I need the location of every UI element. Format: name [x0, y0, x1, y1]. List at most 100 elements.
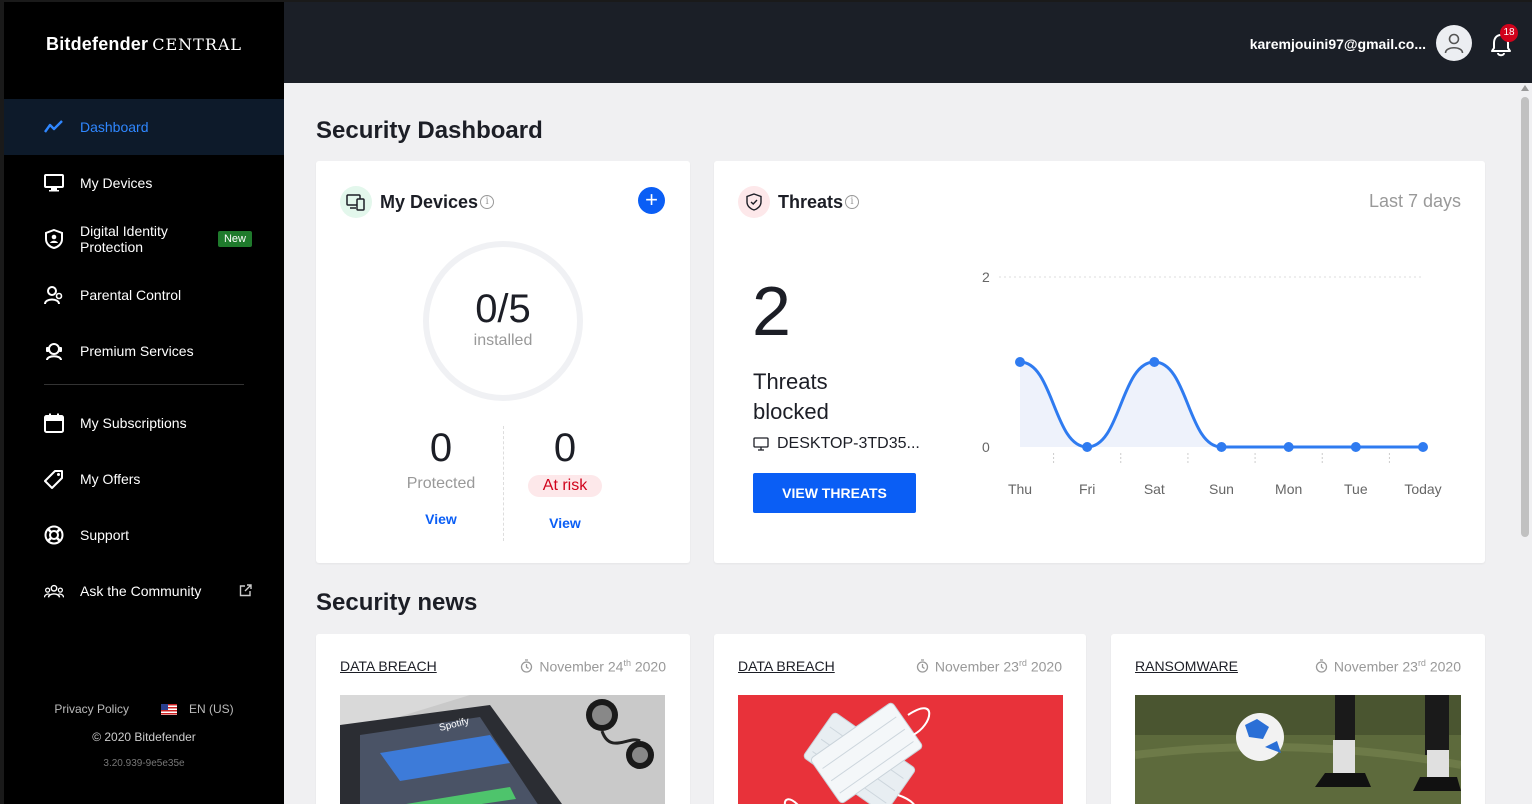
shield-check-icon [738, 186, 770, 218]
x-tick-label: Today [1404, 481, 1441, 497]
news-date: November 23rd 2020 [1333, 658, 1461, 675]
news-card[interactable]: DATA BREACH November 23rd 2020 [714, 634, 1086, 804]
news-category-link[interactable]: RANSOMWARE [1135, 658, 1238, 675]
data-point [1283, 442, 1294, 452]
user-email[interactable]: karemjouini97@gmail.co... [1250, 36, 1426, 52]
main-content: Security Dashboard My Devices i + 0/5 in… [284, 83, 1518, 804]
new-badge: New [217, 231, 252, 247]
data-point [1350, 442, 1361, 452]
risk-count: 0 [553, 426, 577, 470]
news-image-masks[interactable] [738, 695, 1063, 804]
sidebar-item-premium-services[interactable]: Premium Services [4, 323, 284, 379]
sidebar-item-support[interactable]: Support [4, 507, 284, 563]
data-point [1216, 442, 1227, 452]
threats-card: Threats i Last 7 days 2 Threats blocked … [714, 161, 1485, 563]
stat-divider [503, 426, 504, 541]
add-device-button[interactable]: + [638, 187, 665, 214]
x-tick-label: Thu [1008, 481, 1032, 497]
news-section-title: Security news [316, 589, 478, 616]
x-tick-label: Mon [1275, 481, 1302, 497]
news-image-football[interactable] [1135, 695, 1461, 804]
news-date: November 24th 2020 [539, 658, 666, 675]
lifebuoy-icon [44, 525, 64, 545]
series-area [1020, 362, 1423, 447]
page-title: Security Dashboard [316, 117, 543, 144]
data-point [1082, 442, 1093, 452]
news-card[interactable]: RANSOMWARE November 23rd 2020 [1111, 634, 1485, 804]
threats-blocked-label: Threats blocked [753, 369, 829, 424]
family-icon [44, 285, 64, 305]
data-point [1418, 442, 1428, 452]
protected-stat: 0 Protected View [381, 426, 501, 527]
scroll-up-arrow-icon[interactable] [1521, 85, 1529, 91]
sidebar-item-my-devices[interactable]: My Devices [4, 155, 284, 211]
x-tick-label: Sat [1144, 481, 1165, 497]
sidebar-item-offers[interactable]: My Offers [4, 451, 284, 507]
devices-icon [340, 186, 372, 218]
my-devices-title: My Devices [380, 191, 479, 212]
data-point [1015, 357, 1025, 367]
data-point [1149, 357, 1160, 367]
period-label: Last 7 days [1368, 191, 1461, 211]
activity-icon [44, 117, 64, 137]
installed-label: installed [473, 332, 533, 349]
avatar[interactable] [1436, 25, 1472, 61]
shield-user-icon [44, 229, 64, 249]
notification-count-badge: 18 [1500, 24, 1518, 42]
protected-count: 0 [429, 426, 453, 470]
scrollbar-thumb[interactable] [1521, 97, 1529, 537]
monitor-icon [44, 173, 64, 193]
at-risk-stat: 0 At risk View [505, 426, 625, 531]
sidebar-item-dashboard[interactable]: Dashboard [4, 99, 284, 155]
sidebar-item-community[interactable]: Ask the Community [4, 563, 284, 619]
privacy-policy-link[interactable]: Privacy Policy [54, 702, 129, 716]
news-card[interactable]: DATA BREACH November 24th 2020 Spotify [316, 634, 690, 804]
community-icon [44, 581, 64, 601]
calendar-icon [44, 413, 64, 433]
copyright: © 2020 Bitdefender [92, 730, 196, 744]
brand-logo[interactable]: Bitdefender CENTRAL [46, 34, 242, 55]
monitor-icon [753, 437, 769, 451]
view-threats-button[interactable]: VIEW THREATS [753, 473, 916, 513]
sidebar-footer: Privacy Policy EN (US) © 2020 Bitdefende… [4, 702, 284, 769]
x-tick-label: Tue [1344, 481, 1368, 497]
external-link-icon [239, 584, 252, 600]
user-icon [1444, 33, 1464, 54]
x-tick-label: Fri [1079, 481, 1095, 497]
sidebar-nav: Dashboard My Devices Digital Identity Pr… [4, 99, 284, 619]
series-line [1019, 360, 1423, 449]
sidebar: Bitdefender CENTRAL Dashboard My Devices … [4, 2, 284, 804]
stopwatch-icon [916, 659, 929, 673]
info-icon[interactable]: i [480, 195, 495, 209]
version: 3.20.939-9e5e35e [103, 758, 185, 769]
language-selector[interactable]: EN (US) [161, 702, 234, 716]
installed-ring: 0/5 installed [423, 241, 583, 401]
stopwatch-icon [521, 659, 533, 673]
view-at-risk-link[interactable]: View [505, 515, 625, 531]
x-tick-label: Sun [1209, 481, 1234, 497]
threats-line-chart: 0 2 Thu Fri Sat Sun Mon Tue Today [982, 269, 1442, 497]
scrollbar[interactable] [1518, 83, 1532, 804]
sidebar-item-subscriptions[interactable]: My Subscriptions [4, 395, 284, 451]
y-tick-label: 2 [982, 269, 990, 285]
view-protected-link[interactable]: View [381, 511, 501, 527]
y-tick-label: 0 [982, 439, 990, 455]
sidebar-item-parental-control[interactable]: Parental Control [4, 267, 284, 323]
installed-count: 0/5 [475, 287, 531, 331]
my-devices-card: My Devices i + 0/5 installed 0 Protected… [316, 161, 690, 563]
news-category-link[interactable]: DATA BREACH [738, 658, 835, 675]
protected-label: Protected [406, 475, 476, 492]
threats-count: 2 [752, 272, 791, 350]
at-risk-badge: At risk [527, 475, 603, 497]
news-category-link[interactable]: DATA BREACH [340, 658, 437, 675]
threats-title: Threats [778, 191, 844, 212]
news-image-spotify-tablet[interactable]: Spotify [340, 695, 665, 804]
headset-icon [44, 341, 64, 361]
news-date: November 23rd 2020 [934, 658, 1062, 675]
us-flag-icon [161, 704, 177, 716]
device-name: DESKTOP-3TD35... [777, 435, 920, 452]
stopwatch-icon [1315, 659, 1328, 673]
sidebar-item-digital-identity[interactable]: Digital Identity Protection New [4, 211, 284, 267]
info-icon[interactable]: i [845, 195, 860, 209]
sidebar-divider [44, 384, 244, 385]
